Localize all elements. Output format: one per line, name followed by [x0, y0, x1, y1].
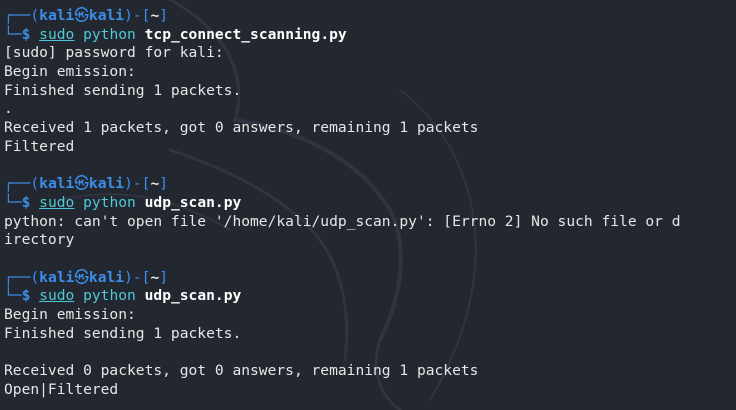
prompt-dollar: $	[21, 25, 40, 43]
prompt-user: kali	[39, 175, 75, 193]
output-line: Open|Filtered	[4, 381, 734, 400]
command-argument: udp_scan.py	[144, 193, 242, 211]
prompt-dollar: $	[21, 287, 40, 305]
output-text: Received 1 packets, got 0 answers, remai…	[4, 119, 479, 137]
prompt-user: kali	[39, 7, 75, 24]
prompt-user: kali	[39, 268, 75, 286]
terminal-window[interactable]: ┌──(kali㉿kali)-[~] └─$ sudo python tcp_co…	[0, 0, 736, 410]
prompt-directory: ~	[150, 268, 160, 286]
command-interpreter: python	[83, 25, 136, 43]
output-text: [sudo] password for kali:	[4, 44, 224, 62]
output-line: [sudo] password for kali:	[4, 44, 734, 63]
output-line: Filtered	[4, 138, 734, 157]
output-text: .	[4, 100, 13, 118]
command-interpreter: python	[83, 193, 136, 211]
prompt-box-end: ]	[159, 7, 169, 24]
command-argument: udp_scan.py	[144, 287, 242, 305]
prompt-directory: ~	[150, 7, 160, 24]
output-text: python: can't open file '/home/kali/udp_…	[4, 212, 681, 230]
output-line: python: can't open file '/home/kali/udp_…	[4, 213, 734, 232]
prompt-box-bottom: └─	[4, 25, 22, 43]
command-argument: tcp_connect_scanning.py	[144, 25, 347, 43]
prompt-host: kali	[88, 7, 125, 24]
prompt-host: kali	[88, 175, 125, 193]
output-line: irectory	[4, 231, 734, 250]
prompt-box-end: ]	[159, 175, 169, 193]
prompt-host: kali	[88, 268, 125, 286]
output-text: Begin emission:	[4, 63, 136, 81]
prompt-box-mid: )-[	[124, 7, 151, 24]
prompt-line: ┌──(kali㉿kali)-[~]	[4, 269, 734, 288]
kali-at-icon: ㉿	[74, 175, 89, 193]
command-sudo: sudo	[39, 25, 75, 43]
terminal-output[interactable]: ┌──(kali㉿kali)-[~] └─$ sudo python tcp_co…	[4, 7, 734, 399]
command-line[interactable]: └─$ sudo python udp_scan.py	[4, 194, 734, 213]
output-text: irectory	[4, 231, 75, 249]
output-line: Received 1 packets, got 0 answers, remai…	[4, 119, 734, 138]
output-text: Finished sending 1 packets.	[4, 81, 242, 99]
prompt-directory: ~	[150, 175, 160, 193]
prompt-line: ┌──(kali㉿kali)-[~]	[4, 7, 734, 26]
output-text: Finished sending 1 packets.	[4, 324, 242, 342]
output-text: Begin emission:	[4, 306, 136, 323]
command-line[interactable]: └─$ sudo python udp_scan.py	[4, 287, 734, 306]
prompt-box-bottom: └─	[4, 193, 22, 211]
prompt-box-bottom: └─	[4, 287, 22, 305]
prompt-box-mid: )-[	[124, 175, 151, 193]
output-line: Finished sending 1 packets.	[4, 82, 734, 101]
kali-at-icon: ㉿	[74, 268, 89, 286]
prompt-box-top: ┌──(	[4, 175, 40, 193]
prompt-dollar: $	[21, 193, 40, 211]
command-interpreter: python	[83, 287, 136, 305]
output-line: Begin emission:	[4, 63, 734, 82]
prompt-box-mid: )-[	[124, 268, 151, 286]
kali-at-icon: ㉿	[74, 7, 89, 24]
output-text: Open|Filtered	[4, 380, 119, 398]
output-line: Begin emission:	[4, 306, 734, 325]
prompt-box-top: ┌──(	[4, 268, 40, 286]
output-line: .	[4, 100, 734, 119]
output-text: Received 0 packets, got 0 answers, remai…	[4, 362, 479, 380]
prompt-box-end: ]	[159, 268, 169, 286]
command-line[interactable]: └─$ sudo python tcp_connect_scanning.py	[4, 26, 734, 45]
output-text: Filtered	[4, 137, 75, 155]
output-line: Finished sending 1 packets.	[4, 325, 734, 344]
prompt-box-top: ┌──(	[4, 7, 40, 24]
command-sudo: sudo	[39, 287, 75, 305]
output-line: Received 0 packets, got 0 answers, remai…	[4, 362, 734, 381]
prompt-line: ┌──(kali㉿kali)-[~]	[4, 175, 734, 194]
command-sudo: sudo	[39, 193, 75, 211]
